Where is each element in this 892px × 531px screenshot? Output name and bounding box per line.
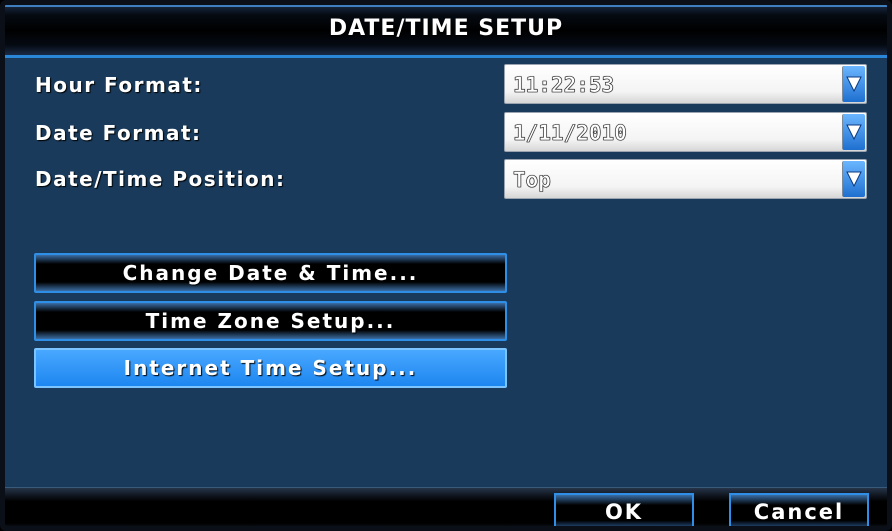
cancel-button[interactable]: Cancel [729,493,869,526]
chevron-down-icon[interactable] [842,66,865,102]
change-date-time-button[interactable]: Change Date & Time... [34,253,507,293]
chevron-down-icon[interactable] [842,161,865,197]
date-time-setup-dialog: DATE/TIME SETUP Hour Format: Date Format… [0,0,892,531]
date-format-label: Date Format: [35,121,202,145]
chevron-down-icon[interactable] [842,114,865,150]
hour-format-label: Hour Format: [35,73,203,97]
dialog-title: DATE/TIME SETUP [328,16,564,41]
date-format-value: 1/11/2010 [513,121,627,146]
title-bar: DATE/TIME SETUP [5,5,887,58]
date-format-dropdown[interactable]: 1/11/2010 [504,112,867,152]
internet-time-setup-button[interactable]: Internet Time Setup... [34,348,507,388]
date-time-position-value: Top [513,168,552,193]
hour-format-value: 11:22:53 [513,73,615,98]
hour-format-dropdown[interactable]: 11:22:53 [504,64,867,104]
date-time-position-dropdown[interactable]: Top [504,159,867,199]
ok-button[interactable]: OK [554,493,694,526]
date-time-position-label: Date/Time Position: [35,167,286,191]
time-zone-setup-button[interactable]: Time Zone Setup... [34,301,507,341]
